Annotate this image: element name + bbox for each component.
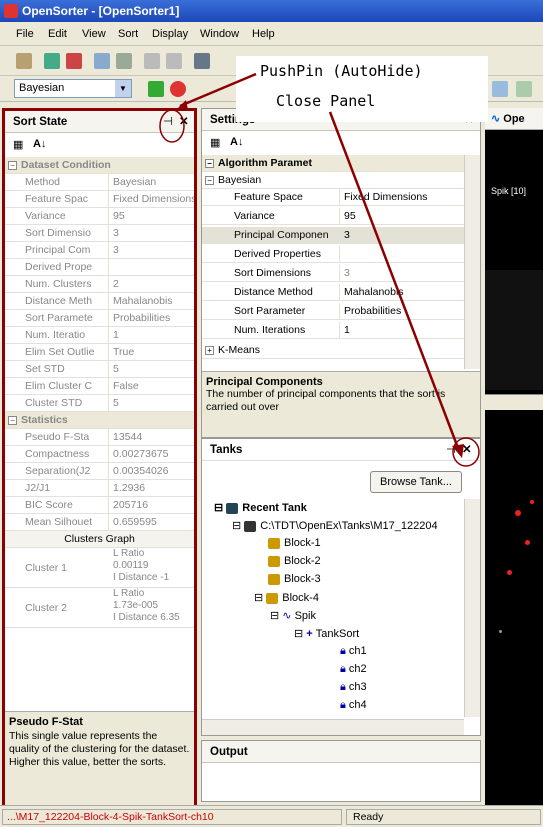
- close-highlight-circle: [452, 437, 480, 467]
- annotation-arrows: [159, 72, 480, 467]
- close-arrow: [328, 111, 460, 449]
- pushpin-arrow: [179, 72, 257, 108]
- pushpin-highlight-circle: [159, 109, 185, 143]
- pushpin-arrowhead: [176, 100, 188, 110]
